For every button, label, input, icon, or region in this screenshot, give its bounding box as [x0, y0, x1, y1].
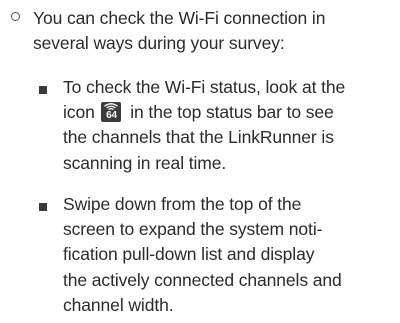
wifi-channel-status-icon: 64: [101, 102, 122, 123]
list-item-text: You can check the Wi-Fi connection in se…: [33, 6, 393, 55]
sub-list-item-text: Swipe down from the top of the screen to…: [63, 192, 396, 318]
text-line: icon: [63, 102, 95, 123]
text-line: in the top status bar to see: [130, 102, 334, 123]
wifi-channel-number: 64: [106, 110, 117, 122]
text-line: scanning in real time.: [63, 152, 227, 173]
text-line: the channels that the LinkRunner is: [63, 127, 334, 148]
square-bullet: [39, 203, 47, 211]
text-line: channel width.: [63, 294, 174, 315]
text-line: Swipe down from the top of the: [63, 194, 302, 214]
sub-list-item-text: To check the Wi-Fi status, look at the i…: [63, 75, 396, 176]
square-bullet: [39, 86, 47, 94]
text-line: To check the Wi-Fi status, look at the: [63, 77, 346, 97]
text-line: You can check the Wi-Fi connection in: [33, 8, 326, 28]
hollow-circle-bullet: [11, 12, 20, 21]
text-line: the actively connected channels and: [63, 269, 342, 290]
document-page: You can check the Wi-Fi connection in se…: [0, 0, 400, 323]
text-line: screen to expand the system noti-: [63, 219, 323, 240]
text-line: fication pull-down list and display: [63, 244, 315, 265]
text-line: several ways during your survey:: [33, 32, 285, 53]
